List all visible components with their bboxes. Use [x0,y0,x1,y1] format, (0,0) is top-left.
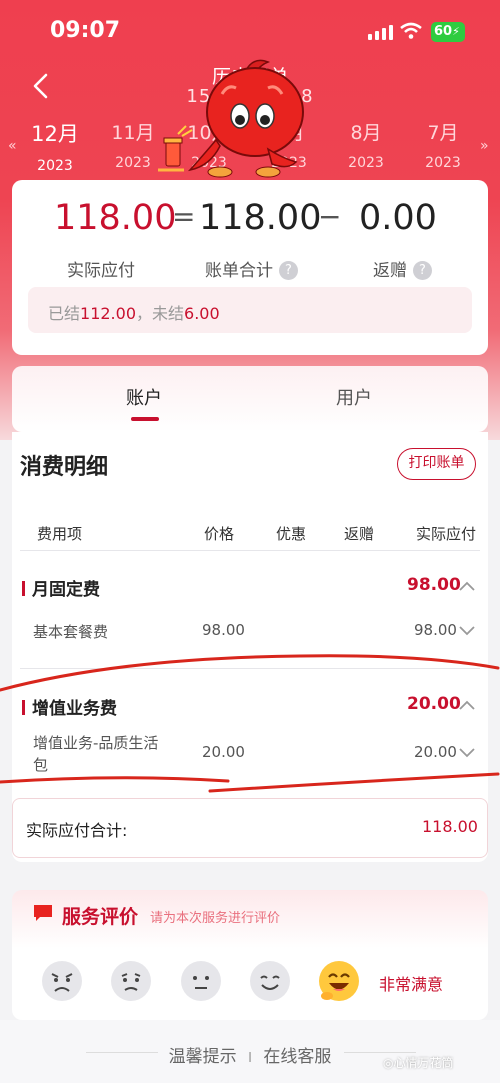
month-tab-8[interactable]: 8月 2023 [331,118,401,171]
smile-face-icon[interactable] [249,960,291,1002]
header-price: 价格 [204,525,235,543]
group-name: 月固定费 [32,580,100,600]
help-icon[interactable]: ? [413,261,432,280]
tab-user[interactable]: 用户 [336,384,372,410]
group-value-added[interactable]: 增值业务费 [22,694,117,719]
group-total: 20.00 [407,694,461,714]
rebate-amount: 0.00 [359,198,437,238]
header-rebate: 返赠 [344,525,375,543]
divider [20,550,480,551]
neutral-face-icon[interactable] [180,960,222,1002]
chevron-up-icon[interactable] [458,699,476,711]
sad-face-icon[interactable] [110,960,152,1002]
chevron-down-icon[interactable] [458,747,476,759]
header-discount: 优惠 [276,525,307,543]
help-icon[interactable]: ? [279,261,298,280]
settled-label: 已结 [48,304,81,323]
group-fixed-fee[interactable]: 月固定费 [22,575,100,600]
battery-level: 60 [434,24,453,39]
group-total: 98.00 [407,575,461,595]
chevron-up-icon[interactable] [458,580,476,592]
rebate-label: 返赠 [373,261,407,281]
charging-icon: ⚡ [452,25,460,38]
online-service-link[interactable]: 在线客服 [263,1047,331,1067]
section-title: 消费明细 [20,455,109,480]
happy-face-icon[interactable] [318,960,360,1002]
bill-total-amount: 118.00 [199,198,322,238]
item-name-line1: 增值业务-品质生活 [33,734,159,752]
item-name-line2: 包 [33,756,49,774]
actual-due-label: 实际应付 [67,261,135,281]
tab-bar [12,366,488,432]
month-tab-7[interactable]: 7月 2023 [408,118,478,171]
actual-due-amount: 118.00 [54,198,177,238]
settlement-status: 已结112.00，未结6.00 [28,287,472,333]
unsettled-label: ，未结 [136,304,185,323]
item-due: 20.00 [414,743,457,761]
bill-total-label: 账单合计 [205,261,273,281]
item-due: 98.00 [414,621,457,639]
selected-month-indicator [58,182,72,190]
equals-sign: = [172,200,196,233]
item-name: 基本套餐费 [33,623,109,641]
rebate-label-wrap: 返赠? [373,256,432,281]
bill-total-label-wrap: 账单合计? [205,256,298,281]
minus-sign: − [318,200,342,233]
total-value: 118.00 [422,817,478,836]
rating-title: 服务评价 [62,906,139,928]
status-time: 09:07 [50,18,121,43]
divider [20,668,480,669]
item-price: 98.00 [202,621,245,639]
month-label: 12月 [31,122,79,146]
settled-value: 112.00 [80,304,136,323]
header-actual-due: 实际应付 [416,525,477,543]
tips-link[interactable]: 温馨提示 [169,1047,237,1067]
print-bill-button[interactable]: 打印账单 [397,448,476,480]
tab-account[interactable]: 账户 [126,384,162,410]
item-price: 20.00 [202,743,245,761]
year-label: 2023 [425,155,461,171]
chevron-down-icon[interactable] [458,625,476,637]
year-label: 2023 [37,158,73,174]
angry-face-icon[interactable] [41,960,83,1002]
month-label: 8月 [350,122,382,144]
total-label: 实际应付合计: [26,821,128,840]
chat-bubble-icon [34,905,52,921]
footer-separator: I [248,1051,252,1066]
signal-icon [368,24,393,40]
tab-indicator [131,417,159,421]
rating-selected-label: 非常满意 [379,975,444,994]
rating-subtitle: 请为本次服务进行评价 [150,911,281,926]
watermark: ◎心情万花筒 [383,1056,454,1070]
mascot-sticker [158,59,304,178]
unsettled-value: 6.00 [184,304,220,323]
header-item: 费用项 [37,525,83,543]
month-tab-12[interactable]: 12月 2023 [20,118,90,174]
month-label: 7月 [427,122,459,144]
wifi-icon [400,22,422,39]
group-name: 增值业务费 [32,699,117,719]
battery-indicator: 60⚡ [431,22,465,42]
year-label: 2023 [348,155,384,171]
item-name: 增值业务-品质生活包 [33,732,193,776]
